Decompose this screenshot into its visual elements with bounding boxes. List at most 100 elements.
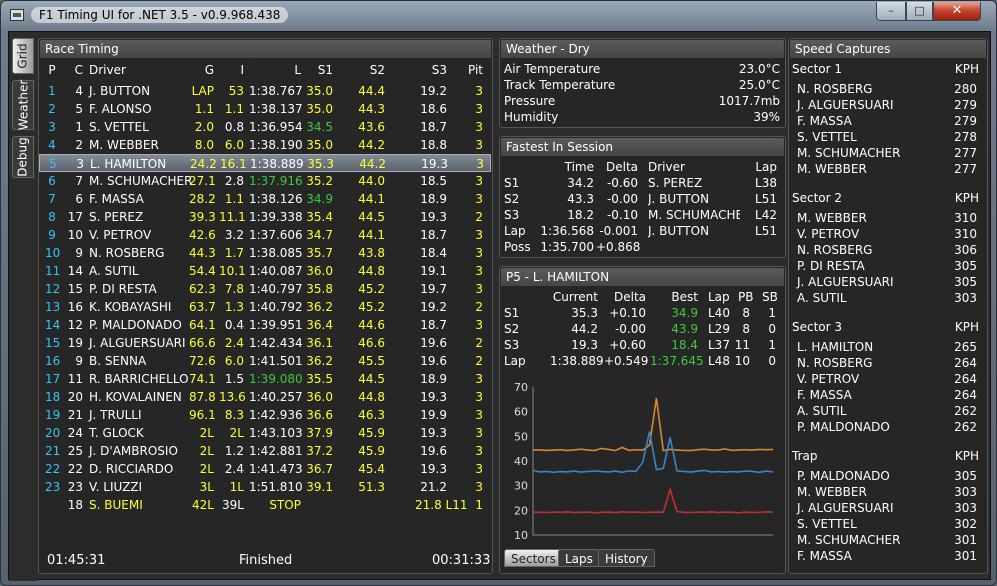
speed-value: 277	[954, 146, 977, 160]
cell-g: 8.0	[194, 138, 214, 152]
cell-s2: 44.2	[359, 157, 386, 171]
speed-unit: KPH	[954, 449, 979, 463]
speed-value: 280	[954, 82, 977, 96]
cell-p: 11	[45, 264, 61, 278]
cell-p: 5	[49, 157, 57, 171]
y-tick-label: 50	[514, 430, 528, 443]
speed-value: 279	[954, 114, 977, 128]
col-header-p[interactable]: P	[45, 63, 59, 77]
tab-history[interactable]: History	[598, 549, 655, 567]
tab-debug-label: Debug	[16, 137, 30, 177]
cell-i: 16.1	[220, 157, 247, 171]
speed-value: 264	[954, 356, 977, 370]
cell-pit: 3	[475, 444, 483, 458]
cell-p: 19	[45, 408, 61, 422]
tab-grid[interactable]: Grid	[12, 38, 34, 74]
race-footer: 01:45:31 Finished 00:31:33	[39, 553, 494, 571]
fastest-label: S1	[504, 176, 520, 190]
table-row[interactable]: 2 5 F. ALONSO 1.1 1.1 1:38.137 35.0 44.3 18.6 3	[39, 100, 491, 118]
driver-lap: L48	[708, 354, 730, 368]
close-button[interactable]: ✕	[933, 2, 981, 21]
col-header-c[interactable]: C	[67, 63, 83, 77]
cell-c: 6	[75, 192, 83, 206]
cell-g: 96.1	[189, 408, 216, 422]
table-row[interactable]: 18 20 H. KOVALAINEN 87.8 13.6 1:40.257 36.0 44.…	[39, 388, 491, 406]
col-header-l[interactable]: L	[249, 63, 301, 77]
cell-d: F. MASSA	[89, 192, 144, 206]
table-row[interactable]: 18 S. BUEMI 42L 39L STOP 21.8 L11 1	[39, 496, 491, 514]
col-header-s2[interactable]: S2	[355, 63, 385, 77]
cell-i: 6.0	[224, 138, 244, 152]
table-row[interactable]: 13 16 K. KOBAYASHI 63.7 1.3 1:40.792 36.2 45.2 1…	[39, 298, 491, 316]
table-row[interactable]: 16 9 B. SENNA 72.6 6.0 1:41.501 36.2 45.5 19.6 2	[39, 352, 491, 370]
cell-pit: 3	[475, 372, 483, 386]
table-row[interactable]: 21 25 J. D'AMBROSIO 2L 1.2 1:42.881 37.2 45.9 19…	[39, 442, 491, 460]
driver-col-pb: PB	[738, 290, 754, 304]
y-tick-label: 60	[514, 406, 528, 419]
table-row[interactable]: 5 3 L. HAMILTON 24.2 16.1 1:38.889 35.3 44.2 19.…	[39, 154, 491, 172]
speed-driver: S. VETTEL	[797, 130, 857, 144]
table-row[interactable]: 4 2 M. WEBBER 8.0 6.0 1:38.190 35.0 44.2 18.8 3	[39, 136, 491, 154]
tab-weather[interactable]: Weather	[12, 80, 34, 130]
speed-unit: KPH	[954, 191, 979, 205]
tab-laps[interactable]: Laps	[558, 549, 600, 567]
speed-row: M. WEBBER 303	[797, 484, 977, 500]
cell-d: A. SUTIL	[89, 264, 139, 278]
cell-d: V. PETROV	[89, 228, 152, 242]
cell-s1: 36.0	[306, 390, 333, 404]
driver-delta: +0.60	[609, 338, 646, 352]
col-header-s3[interactable]: S3	[415, 63, 447, 77]
fastest-label: S3	[504, 208, 520, 222]
tab-sectors[interactable]: Sectors	[504, 549, 563, 567]
speed-driver: M. WEBBER	[797, 485, 867, 499]
driver-delta: -0.00	[614, 322, 646, 336]
cell-s1: 36.1	[306, 336, 333, 350]
cell-d: J. ALGUERSUARI	[89, 336, 186, 350]
cell-g: 42.6	[189, 228, 216, 242]
col-header-s1[interactable]: S1	[303, 63, 333, 77]
table-row[interactable]: 1 4 J. BUTTON LAP 53 1:38.767 35.0 44.4 19.2 3	[39, 82, 491, 100]
cell-d: J. BUTTON	[89, 84, 151, 98]
cell-i: 2.4	[224, 462, 244, 476]
weather-label: Pressure	[504, 94, 556, 108]
table-row[interactable]: 17 11 R. BARRICHELLO 74.1 1.5 1:39.080 35.5 44.…	[39, 370, 491, 388]
cell-s3: 19.2	[420, 300, 447, 314]
speed-row: F. MASSA 301	[797, 548, 977, 564]
table-row[interactable]: 7 6 F. MASSA 28.2 1.1 1:38.126 34.9 44.1 18.9 3	[39, 190, 491, 208]
table-row[interactable]: 12 15 P. DI RESTA 62.3 7.8 1:40.797 35.8 45.2 19…	[39, 280, 491, 298]
speed-row: F. MASSA 279	[797, 113, 977, 129]
cell-i: 1.2	[224, 444, 244, 458]
col-header-driver[interactable]: Driver	[89, 63, 189, 77]
table-row[interactable]: 11 14 A. SUTIL 54.4 10.1 1:40.087 36.0 44.8 19.1…	[39, 262, 491, 280]
cell-pit: 3	[475, 318, 483, 332]
maximize-button[interactable]: □	[906, 2, 933, 21]
col-header-g[interactable]: G	[189, 63, 214, 77]
col-header-i[interactable]: I	[219, 63, 244, 77]
table-row[interactable]: 10 9 N. ROSBERG 44.3 1.7 1:38.085 35.7 43.8 18.4…	[39, 244, 491, 262]
table-row[interactable]: 15 19 J. ALGUERSUARI 66.6 2.4 1:42.434 36.1 46.…	[39, 334, 491, 352]
table-row[interactable]: 8 17 S. PEREZ 39.3 11.1 1:39.338 35.4 44.5 19.3 2	[39, 208, 491, 226]
title-bar[interactable]: F1 Timing UI for .NET 3.5 - v0.9.968.438…	[1, 1, 997, 31]
cell-g: 2L	[199, 462, 214, 476]
cell-c: 5	[75, 102, 83, 116]
table-row[interactable]: 9 10 V. PETROV 42.6 3.2 1:37.606 34.7 44.1 18.7 3	[39, 226, 491, 244]
table-row[interactable]: 20 24 T. GLOCK 2L 2L 1:43.103 37.9 45.9 19.3 3	[39, 424, 491, 442]
cell-l: 1:40.087	[249, 264, 303, 278]
tab-debug[interactable]: Debug	[12, 136, 34, 178]
cell-s1: 37.2	[306, 444, 333, 458]
cell-p: 2	[48, 102, 56, 116]
speed-driver: N. ROSBERG	[797, 356, 873, 370]
driver-label: Lap	[504, 354, 526, 368]
table-row[interactable]: 3 1 S. VETTEL 2.0 0.8 1:36.954 34.5 43.6 18.7 3	[39, 118, 491, 136]
table-row[interactable]: 6 7 M. SCHUMACHER 27.1 2.8 1:37.916 35.2 44.0 18…	[39, 172, 491, 190]
cell-p: 4	[48, 138, 56, 152]
minimize-button[interactable]: –	[876, 2, 906, 21]
app-icon	[10, 9, 24, 21]
table-row[interactable]: 14 12 P. MALDONADO 64.1 0.4 1:39.951 36.4 44.6 1…	[39, 316, 491, 334]
col-header-pit[interactable]: Pit	[463, 63, 483, 77]
speed-row: P. MALDONADO 305	[797, 468, 977, 484]
table-row[interactable]: 19 21 J. TRULLI 96.1 8.3 1:42.936 36.6 46.3 19.9…	[39, 406, 491, 424]
table-row[interactable]: 22 22 D. RICCIARDO 2L 2.4 1:41.473 36.7 45.4 19.…	[39, 460, 491, 478]
table-row[interactable]: 23 23 V. LIUZZI 3L 1L 1:51.810 39.1 51.3 21.2 3	[39, 478, 491, 496]
weather-label: Air Temperature	[504, 62, 601, 76]
